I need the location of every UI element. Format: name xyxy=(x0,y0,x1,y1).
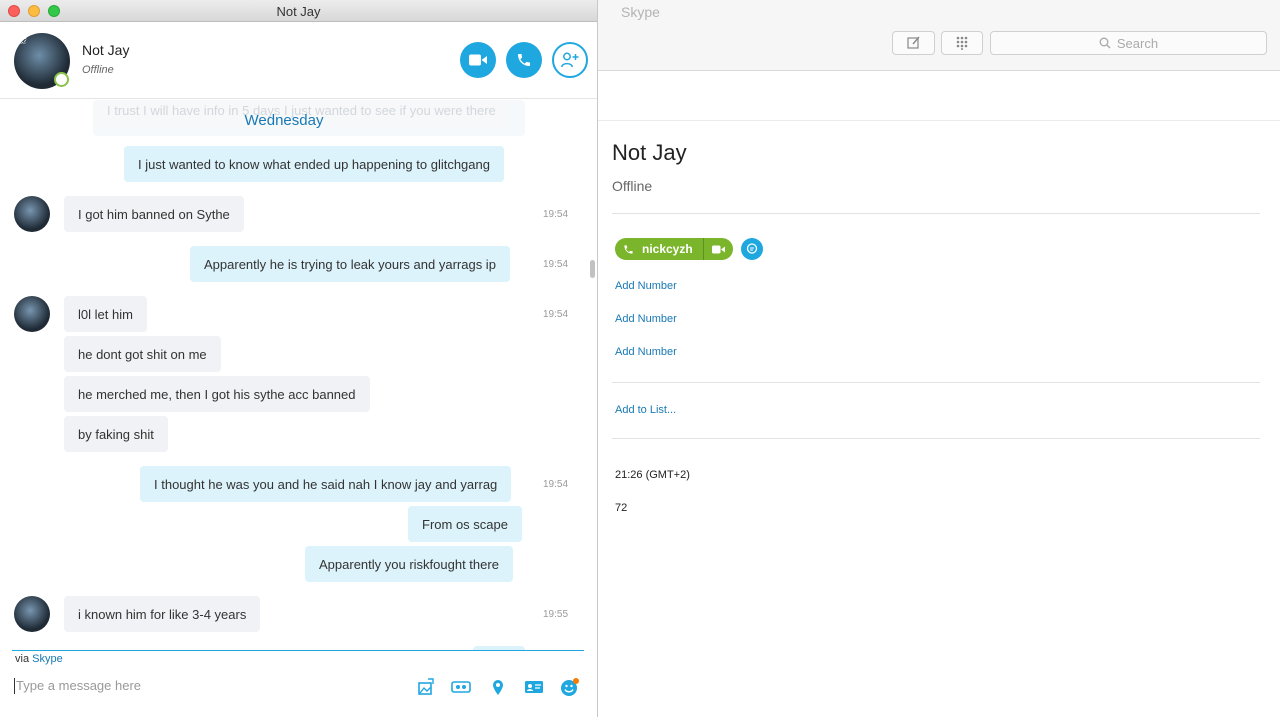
main-subheader xyxy=(598,71,1280,121)
message-bubble[interactable]: From os scape xyxy=(408,506,522,542)
message-timestamp: 19:54 xyxy=(543,479,569,490)
add-number-link-1[interactable]: Add Number xyxy=(615,280,1260,292)
presence-indicator xyxy=(54,72,69,87)
add-contact-icon xyxy=(561,52,579,68)
divider xyxy=(612,213,1260,214)
send-contact-button[interactable] xyxy=(524,677,544,697)
message-timestamp: 19:54 xyxy=(543,309,569,320)
skype-id-pill: nickcyzh xyxy=(615,238,733,260)
chat-button[interactable] xyxy=(740,238,763,260)
profile-name: Not Jay xyxy=(612,140,687,165)
video-message-icon xyxy=(451,681,471,693)
message-timestamp: 19:54 xyxy=(543,209,569,220)
audio-call-button[interactable] xyxy=(506,42,542,78)
add-number-link-3[interactable]: Add Number xyxy=(615,346,1260,358)
avatar[interactable] xyxy=(14,196,50,232)
via-skype-link[interactable]: Skype xyxy=(32,653,63,665)
video-call-icon xyxy=(711,245,725,253)
message-bubble[interactable]: Apparently you riskfought there xyxy=(305,546,513,582)
message-input[interactable]: Type a message here xyxy=(14,678,141,694)
via-prefix: via xyxy=(15,653,30,665)
age: 72 xyxy=(615,502,628,514)
main-window-title: Skype xyxy=(621,4,660,20)
message-bubble[interactable]: I just wanted to know what ended up happ… xyxy=(124,146,504,182)
divider xyxy=(612,382,1260,383)
contact-status: Offline xyxy=(82,64,114,76)
emoticon-icon xyxy=(561,678,579,696)
image-icon xyxy=(418,678,434,695)
video-call-icon xyxy=(469,54,487,66)
send-image-button[interactable] xyxy=(416,677,436,697)
message-bubble[interactable]: by faking shit xyxy=(64,416,168,452)
favorite-star-icon: ✩ xyxy=(18,35,28,47)
main-titlebar: Skype Search xyxy=(598,0,1280,71)
local-time: 21:26 (GMT+2) xyxy=(615,469,690,481)
phone-icon xyxy=(624,244,633,254)
video-message-button[interactable] xyxy=(451,677,471,697)
via-label: via Skype xyxy=(15,653,63,665)
message-bubble[interactable]: I thought he was you and he said nah I k… xyxy=(140,466,512,502)
window-titlebar: Not Jay xyxy=(0,0,597,22)
video-call-button[interactable] xyxy=(460,42,496,78)
search-icon xyxy=(1099,37,1111,49)
dialpad-button[interactable] xyxy=(941,31,983,55)
emoticons-button[interactable] xyxy=(560,677,580,697)
avatar[interactable] xyxy=(14,596,50,632)
message-bubble[interactable]: l0l let him xyxy=(64,296,147,332)
day-separator: Wednesday xyxy=(244,112,324,129)
scrollbar-thumb[interactable] xyxy=(590,260,595,278)
search-input[interactable]: Search xyxy=(990,31,1267,55)
skype-call-button[interactable]: nickcyzh xyxy=(615,238,703,260)
message-bubble[interactable]: i known him for like 3-4 years xyxy=(64,596,261,632)
window-title: Not Jay xyxy=(276,4,321,19)
search-placeholder: Search xyxy=(1116,35,1159,51)
message-timestamp: 19:55 xyxy=(543,609,569,620)
chat-window: Not Jay ✩ Not Jay Offline I trust I will… xyxy=(0,0,598,717)
contact-profile: Not Jay Offline nickcyzh Add Number Add … xyxy=(612,140,1260,514)
profile-status: Offline xyxy=(612,178,653,194)
compose-button[interactable] xyxy=(892,31,935,55)
message-list[interactable]: I trust I will have info in 5 days I jus… xyxy=(0,100,590,650)
message-bubble[interactable]: he dont got shit on me xyxy=(64,336,221,372)
avatar[interactable] xyxy=(14,296,50,332)
chat-icon xyxy=(746,243,757,254)
message-bubble[interactable]: I got him banned on Sythe xyxy=(64,196,244,232)
divider xyxy=(612,438,1260,439)
phone-icon xyxy=(518,54,530,66)
add-people-button[interactable] xyxy=(552,42,588,78)
main-window: Skype Search Not Jay Offline nickcyzh Ad… xyxy=(598,0,1280,717)
skype-id-row: nickcyzh xyxy=(615,238,1260,260)
dialpad-icon xyxy=(956,36,968,50)
skype-id: nickcyzh xyxy=(642,242,693,256)
send-location-button[interactable] xyxy=(488,677,508,697)
message-bubble[interactable]: Apparently he is trying to leak yours an… xyxy=(190,246,510,282)
message-bubble[interactable]: he merched me, then I got his sythe acc … xyxy=(64,376,370,412)
add-to-list-link[interactable]: Add to List... xyxy=(615,404,1260,416)
chat-header: ✩ Not Jay Offline xyxy=(0,22,597,99)
message-timestamp: 19:54 xyxy=(543,259,569,270)
contact-name[interactable]: Not Jay xyxy=(82,42,129,58)
add-number-link-2[interactable]: Add Number xyxy=(615,313,1260,325)
compose-icon xyxy=(906,36,920,49)
compose-divider xyxy=(12,650,584,651)
location-icon xyxy=(493,679,503,695)
skype-video-button[interactable] xyxy=(702,238,733,260)
contact-card-icon xyxy=(525,681,543,693)
